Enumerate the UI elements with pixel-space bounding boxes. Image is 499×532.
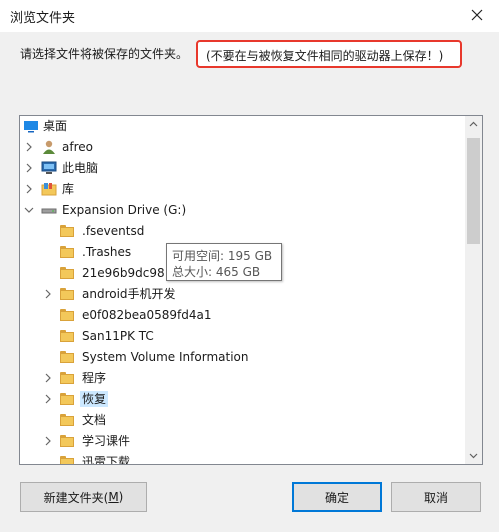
scroll-thumb[interactable]	[467, 138, 480, 244]
tree-item-label: 程序	[82, 371, 107, 385]
total-size-text: 总大小: 465 GB	[172, 265, 261, 279]
tree-item-folder[interactable]: System Volume Information	[20, 347, 465, 367]
cancel-button[interactable]: 取消	[391, 482, 481, 512]
expand-chevron-icon[interactable]	[24, 158, 36, 178]
folder-icon	[60, 349, 76, 365]
new-folder-label: 新建文件夹(	[43, 490, 109, 505]
expand-chevron-icon[interactable]	[43, 431, 55, 451]
user-icon	[41, 139, 57, 155]
tree-item-folder[interactable]: 文档	[20, 410, 465, 430]
tree-item-label: San11PK TC	[82, 329, 154, 343]
tree-item-folder-selected[interactable]: 恢复	[20, 389, 465, 409]
tree-item-label: 文档	[82, 413, 107, 427]
expand-chevron-icon[interactable]	[43, 389, 55, 409]
tree-item-label: 学习课件	[82, 434, 131, 448]
folder-icon	[60, 265, 76, 281]
expand-chevron-icon[interactable]	[43, 284, 55, 304]
tree-item-libraries[interactable]: 库	[20, 179, 465, 199]
tree-item-label: 此电脑	[62, 161, 99, 175]
tree-item-label: .Trashes	[82, 245, 132, 259]
expand-chevron-icon[interactable]	[24, 179, 36, 199]
new-folder-button[interactable]: 新建文件夹(M)	[20, 482, 147, 512]
folder-icon	[60, 391, 76, 407]
folder-tree[interactable]: 桌面 afreo 此电脑 库 Expansion Drive (G:) .fse…	[19, 115, 483, 465]
tree-item-folder[interactable]: e0f082bea0589fd4a1	[20, 305, 465, 325]
folder-icon	[60, 307, 76, 323]
title-bar: 浏览文件夹	[0, 0, 499, 32]
scroll-down-icon[interactable]	[465, 447, 482, 464]
tree-item-this-pc[interactable]: 此电脑	[20, 158, 465, 178]
drive-info-tooltip: 可用空间: 195 GB 总大小: 465 GB	[166, 243, 282, 281]
tree-item-label: System Volume Information	[82, 350, 249, 364]
tree-item-folder[interactable]: 学习课件	[20, 431, 465, 451]
close-icon[interactable]	[465, 3, 489, 27]
tree-item-label: 恢复	[80, 391, 109, 407]
new-folder-accesskey: M	[108, 490, 119, 504]
computer-icon	[41, 160, 57, 176]
collapse-chevron-icon[interactable]	[24, 200, 36, 220]
tree-item-label: 库	[62, 182, 75, 196]
tree-item-folder[interactable]: .fseventsd	[20, 221, 465, 241]
folder-icon	[60, 328, 76, 344]
desktop-icon	[23, 118, 39, 134]
folder-icon	[60, 454, 76, 464]
folder-icon	[60, 412, 76, 428]
free-space-text: 可用空间: 195 GB	[172, 249, 273, 263]
warning-box: (不要在与被恢复文件相同的驱动器上保存！)	[196, 40, 462, 68]
tree-item-folder[interactable]: 程序	[20, 368, 465, 388]
tree-item-folder[interactable]: android手机开发	[20, 284, 465, 304]
folder-icon	[60, 223, 76, 239]
vertical-scrollbar[interactable]	[465, 116, 482, 464]
tree-item-expansion-drive[interactable]: Expansion Drive (G:)	[20, 200, 465, 220]
warning-text: (不要在与被恢复文件相同的驱动器上保存！)	[206, 49, 444, 63]
tree-item-label: 迅雷下载	[82, 455, 131, 465]
library-icon	[41, 181, 57, 197]
new-folder-label-end: )	[118, 490, 124, 504]
tree-item-folder[interactable]: San11PK TC	[20, 326, 465, 346]
folder-icon	[60, 433, 76, 449]
window-title: 浏览文件夹	[10, 11, 76, 26]
tree-item-label: Expansion Drive (G:)	[62, 203, 187, 217]
folder-icon	[60, 244, 76, 260]
folder-icon	[60, 370, 76, 386]
tree-item-label: android手机开发	[82, 287, 176, 301]
drive-icon	[41, 202, 57, 218]
tree-item-label: 桌面	[43, 119, 68, 133]
folder-icon	[60, 286, 76, 302]
tree-item-user[interactable]: afreo	[20, 137, 465, 157]
tree-item-label: e0f082bea0589fd4a1	[82, 308, 212, 322]
tree-item-label: .fseventsd	[82, 224, 145, 238]
tree-item-label: 21e96b9dc98	[82, 266, 165, 280]
ok-button[interactable]: 确定	[292, 482, 382, 512]
instruction-text: 请选择文件将被保存的文件夹。	[20, 47, 189, 61]
tree-item-desktop[interactable]: 桌面	[20, 116, 465, 136]
tree-item-folder[interactable]: 迅雷下载	[20, 452, 465, 465]
scroll-up-icon[interactable]	[465, 116, 482, 133]
expand-chevron-icon[interactable]	[24, 137, 36, 157]
expand-chevron-icon[interactable]	[43, 368, 55, 388]
tree-item-label: afreo	[62, 140, 93, 154]
